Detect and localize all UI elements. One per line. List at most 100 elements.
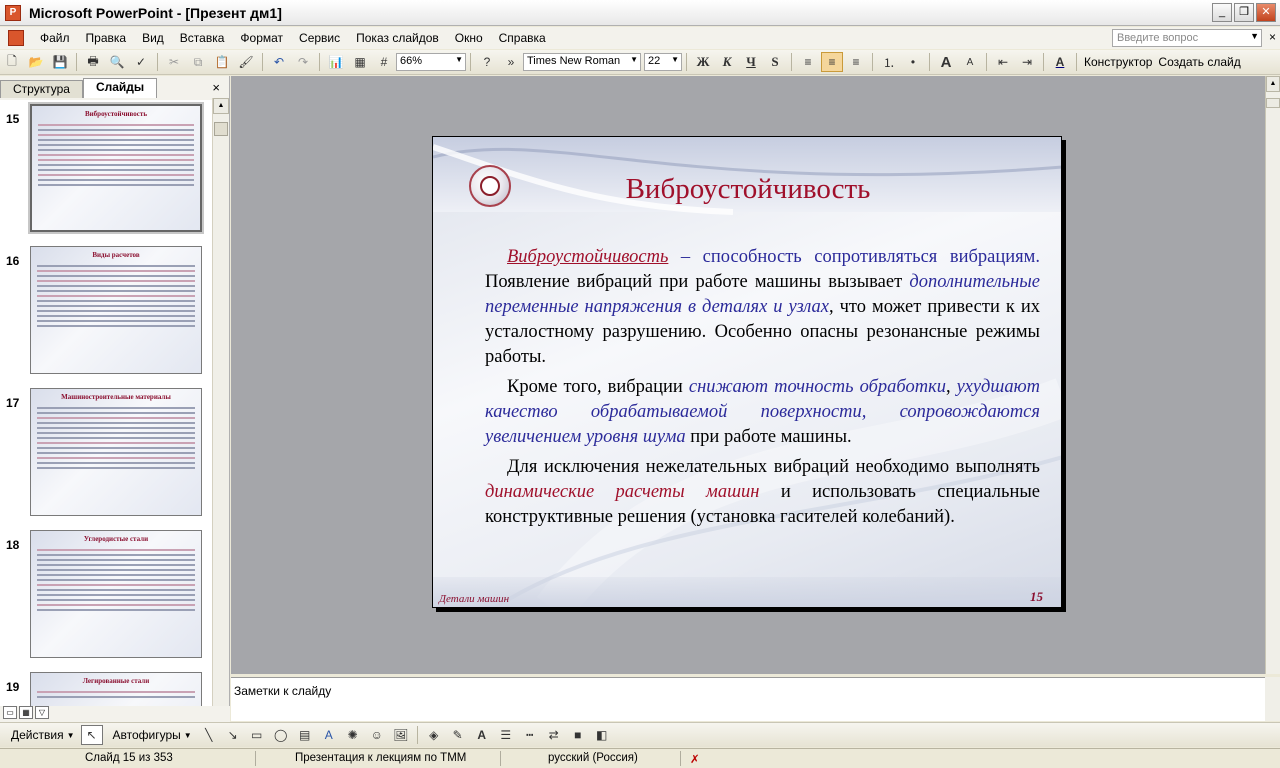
clipart-icon[interactable]: ☺ — [366, 725, 388, 745]
spellcheck-icon[interactable]: ✓ — [130, 52, 152, 72]
cut-icon[interactable]: ✂ — [163, 52, 185, 72]
3d-style-icon[interactable]: ◧ — [591, 725, 613, 745]
font-size-select[interactable]: 22 ▼ — [644, 53, 682, 71]
slide-thumbnail[interactable]: Виды расчетов — [30, 246, 202, 374]
underline-button[interactable]: Ч — [740, 52, 762, 72]
decrease-indent-icon[interactable]: ⇤ — [992, 52, 1014, 72]
new-document-icon[interactable]: 🗋 — [1, 52, 23, 72]
menu-insert[interactable]: Вставка — [172, 31, 233, 45]
line-color-icon[interactable]: ✎ — [447, 725, 469, 745]
chevron-down-icon[interactable]: ▼ — [630, 55, 638, 64]
menu-tools[interactable]: Сервис — [291, 31, 348, 45]
format-painter-icon[interactable]: 🖌 — [235, 52, 257, 72]
notes-pane[interactable]: Заметки к слайду — [231, 677, 1265, 721]
close-button[interactable]: ✕ — [1256, 3, 1276, 22]
increase-indent-icon[interactable]: ⇥ — [1016, 52, 1038, 72]
current-slide[interactable]: Виброустойчивость Виброустойчивость – сп… — [432, 136, 1062, 608]
insert-table-icon[interactable]: ▦ — [349, 52, 371, 72]
scroll-up-icon[interactable]: ▲ — [213, 98, 229, 114]
menu-slideshow[interactable]: Показ слайдов — [348, 31, 447, 45]
scrollbar-thumb[interactable] — [214, 122, 228, 136]
font-name-select[interactable]: Times New Roman ▼ — [523, 53, 641, 71]
slideshow-view-icon[interactable]: ▽ — [35, 706, 49, 719]
print-icon[interactable]: 🖶 — [82, 52, 104, 72]
help-search-input[interactable]: Введите вопрос ▼ — [1112, 29, 1262, 47]
numbered-list-icon[interactable]: ⒈ — [878, 52, 900, 72]
shadow-style-icon[interactable]: ■ — [567, 725, 589, 745]
save-icon[interactable]: 💾 — [49, 52, 71, 72]
normal-view-icon[interactable]: ▭ — [3, 706, 17, 719]
toolbar-options-icon[interactable]: » — [500, 52, 522, 72]
chevron-down-icon[interactable]: ▼ — [671, 55, 679, 64]
zoom-select[interactable]: 66% ▼ — [396, 53, 466, 71]
spellcheck-status-icon[interactable]: ✗ — [690, 752, 700, 766]
powerpoint-app-icon[interactable]: P — [5, 4, 21, 21]
restore-button[interactable]: ❐ — [1234, 3, 1254, 22]
document-close-button[interactable]: × — [1269, 30, 1276, 44]
insert-chart-icon[interactable]: 📊 — [325, 52, 347, 72]
designer-button[interactable]: Конструктор — [1081, 55, 1155, 69]
align-right-icon[interactable]: ≡ — [845, 52, 867, 72]
italic-button[interactable]: К — [716, 52, 738, 72]
menu-view[interactable]: Вид — [134, 31, 172, 45]
increase-font-icon[interactable]: A — [935, 52, 957, 72]
dash-style-icon[interactable]: ┅ — [519, 725, 541, 745]
bold-button[interactable]: Ж — [692, 52, 714, 72]
autoshapes-menu[interactable]: Автофигуры — [110, 728, 184, 742]
align-center-icon[interactable]: ≡ — [821, 52, 843, 72]
align-left-icon[interactable]: ≡ — [797, 52, 819, 72]
rectangle-icon[interactable]: ▭ — [246, 725, 268, 745]
line-style-icon[interactable]: ☰ — [495, 725, 517, 745]
line-icon[interactable]: ╲ — [198, 725, 220, 745]
document-icon[interactable] — [8, 30, 24, 46]
chevron-down-icon[interactable]: ▼ — [455, 55, 463, 64]
chevron-down-icon[interactable]: ▼ — [67, 731, 75, 740]
help-icon[interactable]: ? — [476, 52, 498, 72]
slide-scrollbar[interactable]: ▲ — [1265, 76, 1280, 674]
scroll-up-icon[interactable]: ▲ — [1266, 76, 1280, 92]
notes-scrollbar[interactable] — [1265, 677, 1280, 721]
scroll-thumb[interactable] — [1266, 98, 1280, 108]
slide-thumbnail[interactable]: Машиностроительные материалы — [30, 388, 202, 516]
redo-icon[interactable]: ↷ — [292, 52, 314, 72]
menu-edit[interactable]: Правка — [78, 31, 135, 45]
copy-icon[interactable]: ⧉ — [187, 52, 209, 72]
new-slide-button[interactable]: Создать слайд — [1155, 55, 1243, 69]
slide-thumbnail[interactable]: Легированные стали — [30, 672, 202, 706]
arrow-icon[interactable]: ↘ — [222, 725, 244, 745]
oval-icon[interactable]: ◯ — [270, 725, 292, 745]
textbox-icon[interactable]: ▤ — [294, 725, 316, 745]
actions-menu[interactable]: Действия — [8, 728, 67, 742]
menu-help[interactable]: Справка — [491, 31, 554, 45]
bulleted-list-icon[interactable]: • — [902, 52, 924, 72]
chevron-down-icon[interactable]: ▼ — [1250, 31, 1259, 41]
picture-icon[interactable]: 🖼 — [390, 725, 412, 745]
pane-close-button[interactable]: × — [212, 80, 220, 95]
sorter-view-icon[interactable]: ▦ — [19, 706, 33, 719]
slide-thumbnail[interactable]: Углеродистые стали — [30, 530, 202, 658]
open-folder-icon[interactable]: 📂 — [25, 52, 47, 72]
font-color-icon[interactable]: A — [1049, 52, 1071, 72]
chevron-down-icon[interactable]: ▼ — [184, 731, 192, 740]
undo-icon[interactable]: ↶ — [268, 52, 290, 72]
minimize-button[interactable]: _ — [1212, 3, 1232, 22]
menu-file[interactable]: Файл — [32, 31, 78, 45]
diagram-icon[interactable]: ✺ — [342, 725, 364, 745]
slide-title[interactable]: Виброустойчивость — [523, 173, 973, 206]
fill-color-icon[interactable]: ◈ — [423, 725, 445, 745]
paste-icon[interactable]: 📋 — [211, 52, 233, 72]
wordart-icon[interactable]: A — [318, 725, 340, 745]
slide-thumbnail[interactable]: Виброустойчивость — [28, 102, 204, 234]
tab-outline[interactable]: Структура — [0, 80, 83, 98]
show-grid-icon[interactable]: # — [373, 52, 395, 72]
menu-format[interactable]: Формат — [232, 31, 291, 45]
decrease-font-icon[interactable]: A — [959, 52, 981, 72]
font-color-icon[interactable]: A — [471, 725, 493, 745]
menu-window[interactable]: Окно — [447, 31, 491, 45]
slide-body-text[interactable]: Виброустойчивость – способность сопротив… — [485, 245, 1040, 535]
print-preview-icon[interactable]: 🔍 — [106, 52, 128, 72]
arrow-style-icon[interactable]: ⇄ — [543, 725, 565, 745]
select-pointer-icon[interactable]: ↖ — [80, 725, 103, 745]
shadow-button[interactable]: S — [764, 52, 786, 72]
tab-slides[interactable]: Слайды — [82, 78, 158, 98]
